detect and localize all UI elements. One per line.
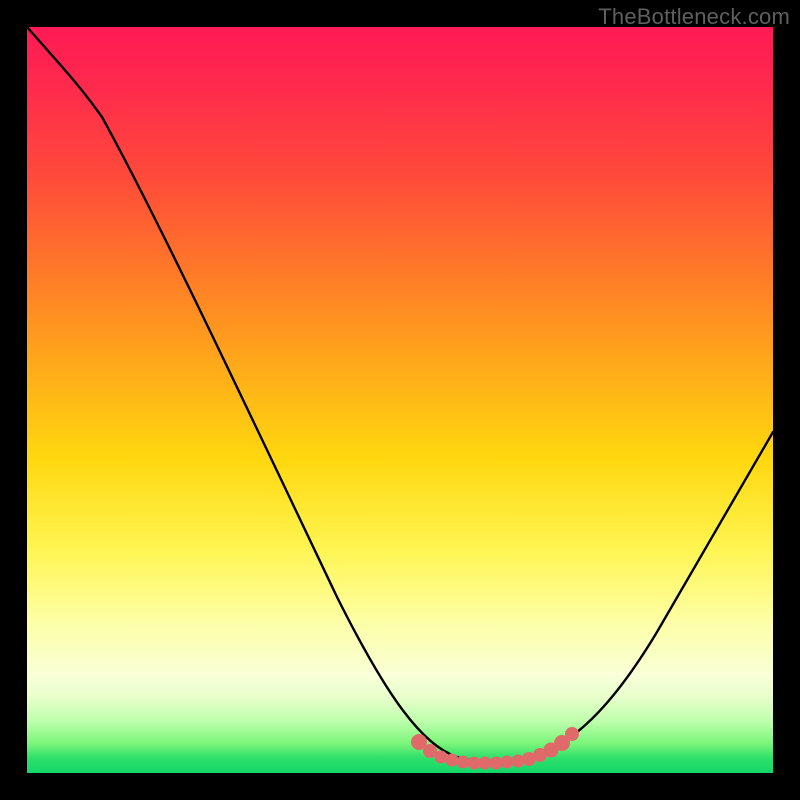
chart-stage: TheBottleneck.com [0,0,800,800]
bottleneck-curve-svg [27,27,773,773]
marker-dot [435,751,448,764]
watermark-text: TheBottleneck.com [598,4,790,30]
marker-dot [457,756,470,769]
marker-dot [446,754,459,767]
marker-dot [490,757,503,770]
minimum-markers [411,727,579,770]
bottleneck-curve-path [27,27,773,762]
marker-dot [501,756,514,769]
marker-dot [565,727,579,741]
